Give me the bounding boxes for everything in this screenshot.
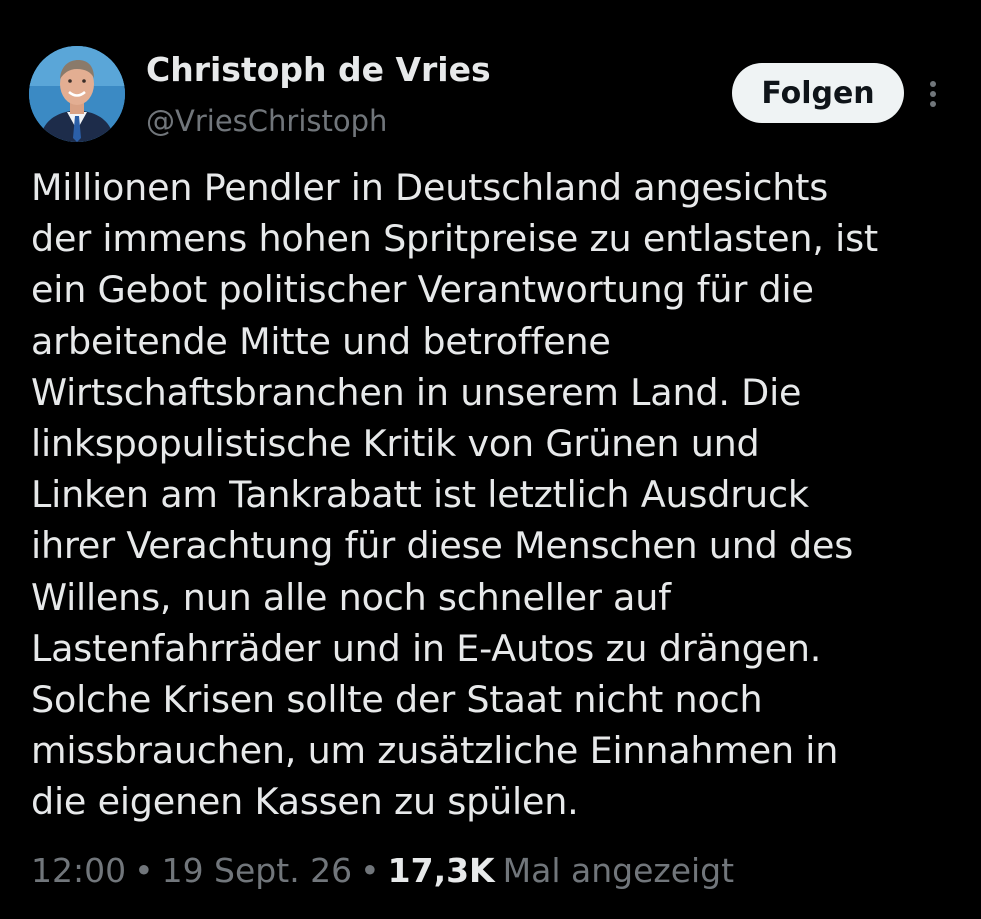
meta-separator: • xyxy=(360,851,380,890)
avatar-image xyxy=(29,46,125,142)
author-display-name[interactable]: Christoph de Vries xyxy=(146,50,491,89)
tweet-meta: 12:00 • 19 Sept. 26 • 17,3K Mal angezeig… xyxy=(31,851,734,890)
tweet-time[interactable]: 12:00 xyxy=(31,851,126,890)
follow-button[interactable]: Folgen xyxy=(732,63,904,123)
views-label: Mal angezeigt xyxy=(502,851,735,890)
tweet-date[interactable]: 19 Sept. 26 xyxy=(162,851,353,890)
author-handle[interactable]: @VriesChristoph xyxy=(146,104,387,138)
tweet-text: Millionen Pendler in Deutschland angesic… xyxy=(31,166,879,824)
tweet-card: Christoph de Vries @VriesChristoph Folge… xyxy=(0,0,981,919)
more-options-button[interactable] xyxy=(918,76,948,112)
meta-separator: • xyxy=(134,851,154,890)
more-vertical-icon xyxy=(930,81,936,107)
avatar[interactable] xyxy=(29,46,125,142)
views-count[interactable]: 17,3K xyxy=(388,851,495,890)
